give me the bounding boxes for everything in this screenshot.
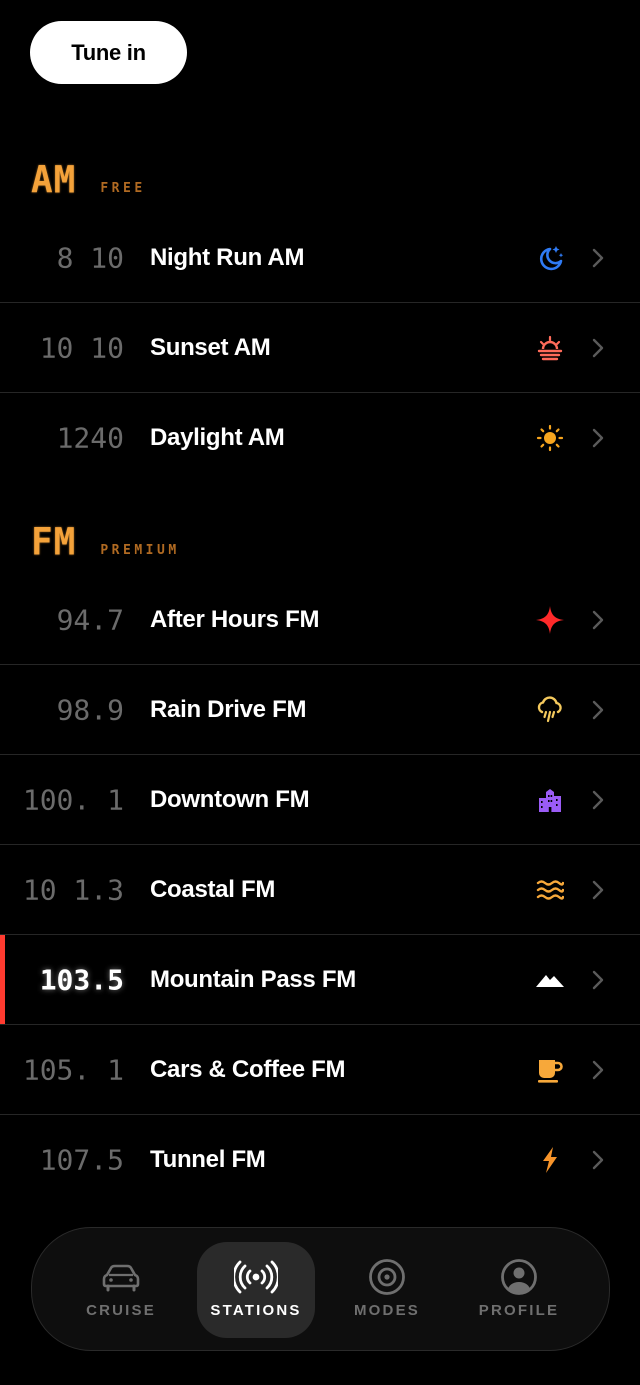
station-name: Downtown FM — [150, 785, 310, 813]
chevron-right-icon — [590, 427, 606, 449]
buildings-icon — [535, 785, 565, 815]
chevron-right-icon — [590, 1059, 606, 1081]
station-name: Cars & Coffee FM — [150, 1055, 346, 1083]
station-row-after-hours[interactable]: 94.7 After Hours FM — [0, 575, 640, 665]
chevron-right-icon — [590, 879, 606, 901]
band-name: AM — [31, 158, 77, 202]
station-row-coastal[interactable]: 10 1.3 Coastal FM — [0, 845, 640, 935]
station-frequency: 10 10 — [39, 331, 124, 364]
mountain-icon — [535, 965, 565, 995]
nav-label: CRUISE — [86, 1302, 156, 1319]
waves-icon — [535, 875, 565, 905]
band-name: FM — [31, 520, 77, 564]
am-band-header: AM FREE — [31, 158, 146, 202]
nav-label: PROFILE — [478, 1302, 560, 1319]
nav-modes[interactable]: MODES — [328, 1242, 446, 1338]
station-row-tunnel[interactable]: 107.5 Tunnel FM — [0, 1115, 640, 1205]
chevron-right-icon — [590, 247, 606, 269]
station-name: Mountain Pass FM — [150, 965, 356, 993]
am-station-list: 8 10 Night Run AM 10 10 Sunset AM 1240 D… — [0, 213, 640, 483]
chevron-right-icon — [590, 609, 606, 631]
station-row-downtown[interactable]: 100. 1 Downtown FM — [0, 755, 640, 845]
broadcast-icon — [234, 1258, 278, 1296]
chevron-right-icon — [590, 789, 606, 811]
station-frequency: 107.5 — [39, 1143, 124, 1177]
sparkle-icon — [535, 605, 565, 635]
station-row-mountain-pass[interactable]: 103.5 Mountain Pass FM — [0, 935, 640, 1025]
nav-profile[interactable]: PROFILE — [460, 1242, 578, 1338]
station-frequency: 98.9 — [56, 693, 124, 726]
station-name: Night Run AM — [150, 243, 305, 271]
moon-stars-icon — [535, 243, 565, 273]
station-name: After Hours FM — [150, 605, 320, 633]
station-name: Sunset AM — [150, 333, 271, 361]
coffee-icon — [535, 1055, 565, 1085]
band-tier-badge: PREMIUM — [100, 543, 180, 558]
station-frequency: 1240 — [56, 421, 124, 455]
car-icon — [99, 1258, 143, 1296]
tune-in-button[interactable]: Tune in — [30, 21, 187, 84]
rain-cloud-icon — [535, 695, 565, 725]
station-row-night-run[interactable]: 8 10 Night Run AM — [0, 213, 640, 303]
band-tier-badge: FREE — [100, 181, 146, 196]
bottom-nav: CRUISE STATIONS MODES PROFILE — [31, 1227, 610, 1351]
station-row-daylight[interactable]: 1240 Daylight AM — [0, 393, 640, 483]
station-row-rain-drive[interactable]: 98.9 Rain Drive FM — [0, 665, 640, 755]
station-frequency: 8 10 — [56, 241, 124, 274]
chevron-right-icon — [590, 699, 606, 721]
station-name: Rain Drive FM — [150, 695, 307, 723]
chevron-right-icon — [590, 969, 606, 991]
fm-station-list: 94.7 After Hours FM 98.9 Rain Drive FM 1… — [0, 575, 640, 1205]
nav-stations[interactable]: STATIONS — [197, 1242, 315, 1338]
station-frequency: 103.5 — [39, 963, 124, 996]
nav-label: MODES — [353, 1302, 420, 1319]
station-frequency: 100. 1 — [22, 783, 124, 816]
fm-band-header: FM PREMIUM — [31, 520, 180, 564]
target-icon — [365, 1258, 409, 1296]
nav-label: STATIONS — [210, 1302, 302, 1319]
profile-icon — [497, 1258, 541, 1296]
lightning-icon — [535, 1145, 565, 1175]
station-frequency: 10 1.3 — [22, 873, 124, 906]
chevron-right-icon — [590, 1149, 606, 1171]
station-name: Coastal FM — [150, 875, 276, 903]
station-frequency: 94.7 — [56, 603, 124, 636]
chevron-right-icon — [590, 337, 606, 359]
station-row-cars-coffee[interactable]: 105. 1 Cars & Coffee FM — [0, 1025, 640, 1115]
station-row-sunset[interactable]: 10 10 Sunset AM — [0, 303, 640, 393]
sun-icon — [535, 423, 565, 453]
station-frequency: 105. 1 — [22, 1053, 124, 1086]
station-name: Daylight AM — [150, 424, 285, 451]
nav-cruise[interactable]: CRUISE — [62, 1242, 180, 1338]
sunset-icon — [535, 333, 565, 363]
station-name: Tunnel FM — [150, 1146, 266, 1173]
